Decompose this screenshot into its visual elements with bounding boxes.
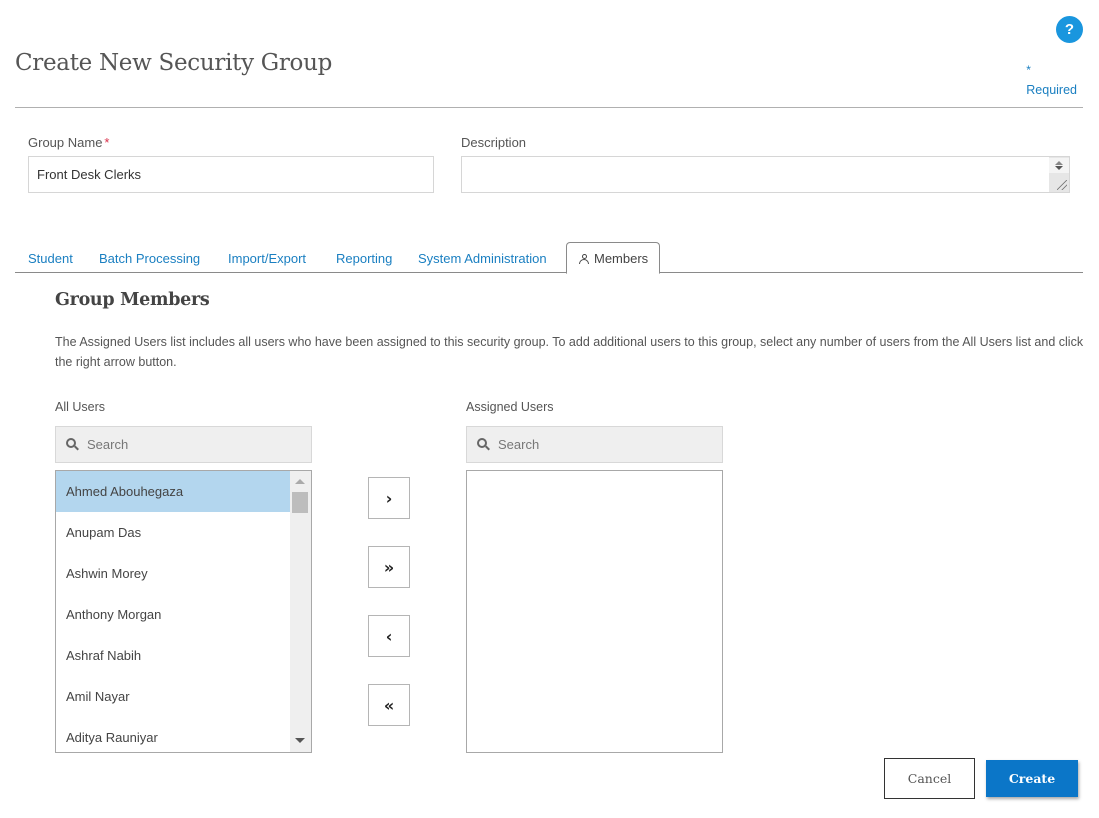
- tab-student[interactable]: Student: [28, 242, 73, 273]
- create-button[interactable]: Create: [986, 760, 1078, 797]
- required-star: *: [1026, 63, 1031, 77]
- scroll-up-icon[interactable]: [295, 479, 305, 484]
- all-users-label: All Users: [55, 400, 106, 414]
- required-star: *: [104, 135, 110, 150]
- page-title: Create New Security Group: [15, 50, 333, 76]
- description-scrollbar[interactable]: [1049, 157, 1069, 192]
- cancel-button[interactable]: Cancel: [884, 758, 975, 799]
- user-list-item[interactable]: Aditya Rauniyar: [56, 717, 291, 752]
- user-list-item[interactable]: Ashraf Nabih: [56, 635, 291, 676]
- help-button[interactable]: ?: [1056, 16, 1083, 43]
- tab-members[interactable]: Members: [566, 242, 661, 274]
- assigned-users-search-input[interactable]: [498, 437, 698, 452]
- all-users-scrollbar[interactable]: [290, 471, 311, 752]
- permission-tabs: Student Batch Processing Import/Export R…: [15, 242, 1083, 274]
- add-all-button[interactable]: »: [368, 546, 410, 588]
- tab-system-administration[interactable]: System Administration: [418, 242, 547, 273]
- user-list-item[interactable]: Ashwin Morey: [56, 553, 291, 594]
- assigned-users-search[interactable]: [466, 426, 723, 463]
- remove-selected-button[interactable]: ‹: [368, 615, 410, 657]
- add-selected-button[interactable]: ›: [368, 477, 410, 519]
- group-name-input[interactable]: [28, 156, 434, 193]
- user-list-item[interactable]: Amil Nayar: [56, 676, 291, 717]
- assigned-users-label: Assigned Users: [466, 400, 554, 414]
- required-legend: * Required: [1026, 60, 1077, 100]
- double-chevron-right-icon: »: [383, 557, 395, 577]
- search-icon: [66, 438, 79, 451]
- tab-members-label: Members: [594, 251, 649, 266]
- chevron-left-icon: ‹: [385, 626, 393, 646]
- description-textarea[interactable]: [461, 156, 1070, 193]
- group-members-title: Group Members: [55, 290, 210, 310]
- all-users-search-input[interactable]: [87, 437, 287, 452]
- all-users-list[interactable]: Ahmed Abouhegaza Anupam Das Ashwin Morey…: [55, 470, 312, 753]
- scroll-thumb[interactable]: [292, 492, 308, 513]
- tab-import-export[interactable]: Import/Export: [228, 242, 306, 273]
- group-name-label: Group Name *: [28, 135, 109, 150]
- all-users-search[interactable]: [55, 426, 312, 463]
- scroll-down-icon[interactable]: [295, 738, 305, 743]
- user-list-item[interactable]: Anupam Das: [56, 512, 291, 553]
- tab-batch-processing[interactable]: Batch Processing: [99, 242, 200, 273]
- chevron-right-icon: ›: [385, 488, 393, 508]
- user-list-item[interactable]: Ahmed Abouhegaza: [56, 471, 291, 512]
- resize-grip-icon[interactable]: [1057, 180, 1067, 190]
- description-label: Description: [461, 135, 527, 150]
- spin-arrows-icon[interactable]: [1049, 158, 1069, 173]
- assigned-users-list[interactable]: [466, 470, 723, 753]
- double-chevron-left-icon: «: [383, 695, 395, 715]
- search-icon: [477, 438, 490, 451]
- group-members-description: The Assigned Users list includes all use…: [55, 335, 1084, 369]
- group-name-label-text: Group Name: [28, 135, 103, 150]
- required-label: Required: [1026, 83, 1077, 97]
- help-icon: ?: [1064, 21, 1075, 38]
- tab-reporting[interactable]: Reporting: [336, 242, 392, 273]
- remove-all-button[interactable]: «: [368, 684, 410, 726]
- header-divider: [15, 107, 1083, 108]
- person-icon: [579, 254, 589, 264]
- user-list-item[interactable]: Anthony Morgan: [56, 594, 291, 635]
